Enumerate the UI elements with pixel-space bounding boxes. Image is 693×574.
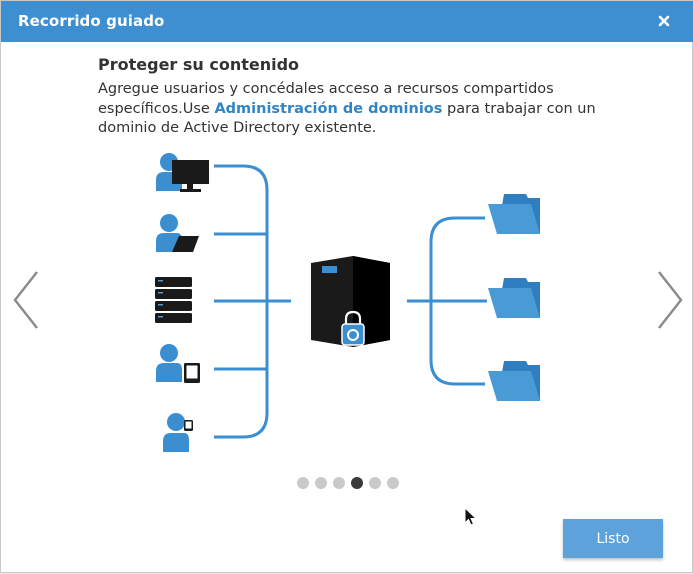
left-connector-lines — [214, 164, 291, 439]
secured-server-icon — [311, 256, 390, 347]
pagination-dot-5[interactable] — [369, 477, 381, 489]
user-laptop-icon — [156, 214, 199, 252]
guided-tour-dialog: Recorrido guiado Proteger su contenido A… — [0, 0, 693, 573]
user-desktop-icon — [156, 153, 209, 192]
user-phone-icon — [163, 413, 193, 452]
folder-icon-top — [488, 194, 540, 234]
server-rack-icon — [155, 277, 192, 323]
slide-pagination — [297, 477, 399, 489]
mouse-cursor-icon — [464, 507, 478, 526]
right-connector-lines — [407, 216, 487, 386]
done-button[interactable]: Listo — [563, 519, 663, 558]
pagination-dot-4[interactable] — [351, 477, 363, 489]
pagination-dot-2[interactable] — [315, 477, 327, 489]
pagination-dot-1[interactable] — [297, 477, 309, 489]
user-tablet-icon — [156, 344, 200, 383]
folder-icon-bottom — [488, 361, 540, 401]
folder-icon-middle — [488, 278, 540, 318]
pagination-dot-6[interactable] — [387, 477, 399, 489]
pagination-dot-3[interactable] — [333, 477, 345, 489]
